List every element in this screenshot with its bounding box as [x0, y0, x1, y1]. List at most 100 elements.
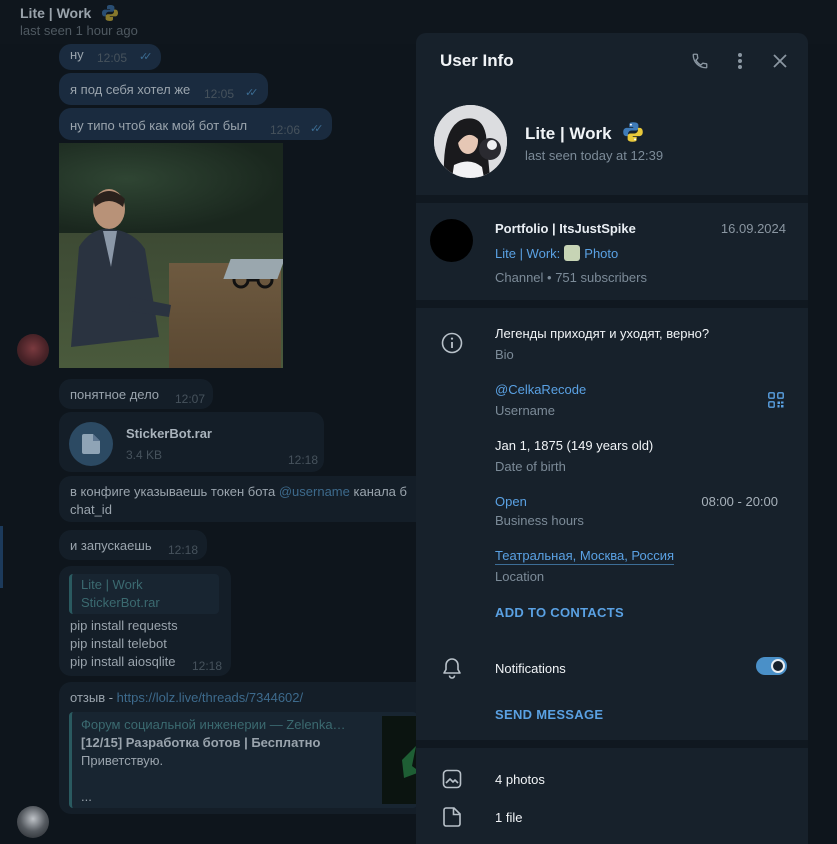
- call-button[interactable]: [688, 49, 712, 73]
- message-text: ну: [70, 47, 84, 62]
- link-preview[interactable]: Форум социальной инженерии — Zelenka… [1…: [69, 712, 420, 808]
- channel-avatar[interactable]: [430, 219, 473, 262]
- message-text: chat_id: [70, 502, 112, 517]
- channel-post-date: 16.09.2024: [720, 221, 786, 236]
- reply-title: Lite | Work: [81, 577, 143, 592]
- preview-more: ...: [81, 789, 92, 804]
- message-text: в конфиге указываешь токен бота @usernam…: [70, 484, 407, 499]
- file-message[interactable]: StickerBot.rar 3.4 KB 12:18: [59, 412, 324, 472]
- add-to-contacts-button[interactable]: ADD TO CONTACTS: [495, 605, 624, 620]
- personal-channel[interactable]: Portfolio | ItsJustSpike 16.09.2024 Lite…: [416, 203, 808, 300]
- username-mention[interactable]: @username: [279, 484, 350, 499]
- business-hours-status[interactable]: Open: [495, 494, 527, 509]
- reply-text: StickerBot.rar: [81, 595, 160, 610]
- reply-message[interactable]: Lite | Work StickerBot.rar pip install r…: [59, 566, 231, 676]
- birth-value[interactable]: Jan 1, 1875 (149 years old): [495, 438, 653, 453]
- media-files-row[interactable]: 1 file: [416, 797, 808, 837]
- channel-meta: Channel • 751 subscribers: [495, 270, 647, 285]
- message-bubble[interactable]: ну типо чтоб как мой бот был 12:06 ✓✓: [59, 108, 332, 140]
- message-line: pip install telebot: [70, 636, 167, 651]
- message-time: 12:18: [192, 659, 223, 673]
- message-bubble[interactable]: в конфиге указываешь токен бота @usernam…: [59, 476, 417, 522]
- username-value[interactable]: @CelkaRecode: [495, 382, 586, 397]
- channel-last-post: Lite | Work: Photo: [495, 245, 619, 261]
- business-hours-label: Business hours: [495, 513, 584, 528]
- close-icon: [773, 54, 787, 68]
- preview-title: [12/15] Разработка ботов | Бесплатно: [81, 735, 321, 750]
- preview-site: Форум социальной инженерии — Zelenka…: [81, 717, 346, 732]
- preview-text: Приветствую.: [81, 753, 164, 768]
- link-message[interactable]: отзыв - https://lolz.live/threads/734460…: [59, 682, 420, 814]
- message-text: ну типо чтоб как мой бот был: [70, 118, 248, 133]
- info-icon: [440, 331, 464, 355]
- chat-last-seen: last seen 1 hour ago: [20, 23, 138, 38]
- message-bubble[interactable]: и запускаешь 12:18: [59, 530, 207, 560]
- folder-indicator: [0, 526, 3, 588]
- person-image: [71, 189, 171, 347]
- username-label: Username: [495, 403, 555, 418]
- message-line: pip install aiosqlite: [70, 654, 176, 669]
- thread-link[interactable]: https://lolz.live/threads/7344602/: [117, 690, 303, 705]
- contact-avatar[interactable]: [17, 334, 49, 366]
- chat-title: Lite | Work: [20, 4, 119, 22]
- profile-last-seen: last seen today at 12:39: [525, 148, 664, 163]
- message-time: 12:18: [288, 453, 319, 467]
- section-divider: [416, 300, 808, 308]
- message-time: 12:07: [175, 392, 206, 406]
- message-time: 12:06: [270, 123, 301, 137]
- preview-thumbnail: [382, 716, 420, 804]
- media-photos-row[interactable]: 4 photos: [416, 759, 808, 799]
- photos-count: 4 photos: [495, 772, 545, 787]
- section-divider: [416, 740, 808, 748]
- message-time: 12:18: [168, 543, 199, 557]
- notebook-image: [223, 259, 283, 279]
- location-label: Location: [495, 569, 545, 584]
- profile-avatar[interactable]: [434, 105, 507, 178]
- read-check-icon: ✓✓: [310, 123, 324, 135]
- reply-quote[interactable]: Lite | Work StickerBot.rar: [69, 574, 219, 614]
- message-text: я под себя хотел же: [70, 82, 191, 97]
- file-size: 3.4 KB: [126, 448, 163, 462]
- bell-icon: [440, 656, 464, 680]
- read-check-icon: ✓✓: [139, 51, 153, 63]
- section-divider: [416, 195, 808, 203]
- qr-code-button[interactable]: [768, 392, 784, 408]
- file-icon[interactable]: [69, 422, 113, 466]
- more-button[interactable]: [728, 49, 752, 73]
- message-bubble[interactable]: ну 12:05 ✓✓: [59, 44, 161, 70]
- user-info-panel: User Info Lite | Work last seen today at…: [416, 33, 808, 844]
- message-bubble[interactable]: понятное дело 12:07: [59, 379, 213, 409]
- message-time: 12:05: [97, 51, 128, 65]
- notifications-label: Notifications: [495, 661, 566, 676]
- toggle-knob: [771, 659, 785, 673]
- profile-photo: [434, 105, 507, 178]
- panel-title: User Info: [440, 51, 514, 70]
- channel-name: Portfolio | ItsJustSpike: [495, 221, 636, 236]
- qr-code-icon: [768, 392, 784, 408]
- files-count: 1 file: [495, 810, 523, 825]
- phone-icon: [692, 53, 708, 69]
- file-name: StickerBot.rar: [126, 426, 212, 441]
- send-message-button[interactable]: SEND MESSAGE: [495, 707, 603, 722]
- bio-value[interactable]: Легенды приходят и уходят, верно?: [495, 326, 709, 341]
- file-icon: [440, 805, 464, 829]
- location-value[interactable]: Театральная, Москва, Россия: [495, 548, 675, 565]
- read-check-icon: ✓✓: [245, 87, 259, 99]
- python-icon: [102, 5, 119, 21]
- photo-thumbnail-icon: [564, 245, 581, 261]
- business-hours-range: 08:00 - 20:00: [701, 494, 778, 509]
- profile-name: Lite | Work: [525, 121, 644, 144]
- python-emoji-icon: [623, 122, 644, 142]
- close-button[interactable]: [768, 49, 792, 73]
- photo-icon: [440, 767, 464, 791]
- contact-avatar[interactable]: [17, 806, 49, 838]
- notifications-toggle[interactable]: [756, 657, 787, 675]
- message-text: понятное дело: [70, 387, 160, 402]
- more-vertical-icon: [738, 53, 742, 69]
- message-line: pip install requests: [70, 618, 178, 633]
- birth-label: Date of birth: [495, 459, 566, 474]
- message-bubble[interactable]: я под себя хотел же 12:05 ✓✓: [59, 73, 268, 105]
- bio-label: Bio: [495, 347, 514, 362]
- photo-message[interactable]: [59, 143, 283, 368]
- message-time: 12:05: [204, 87, 235, 101]
